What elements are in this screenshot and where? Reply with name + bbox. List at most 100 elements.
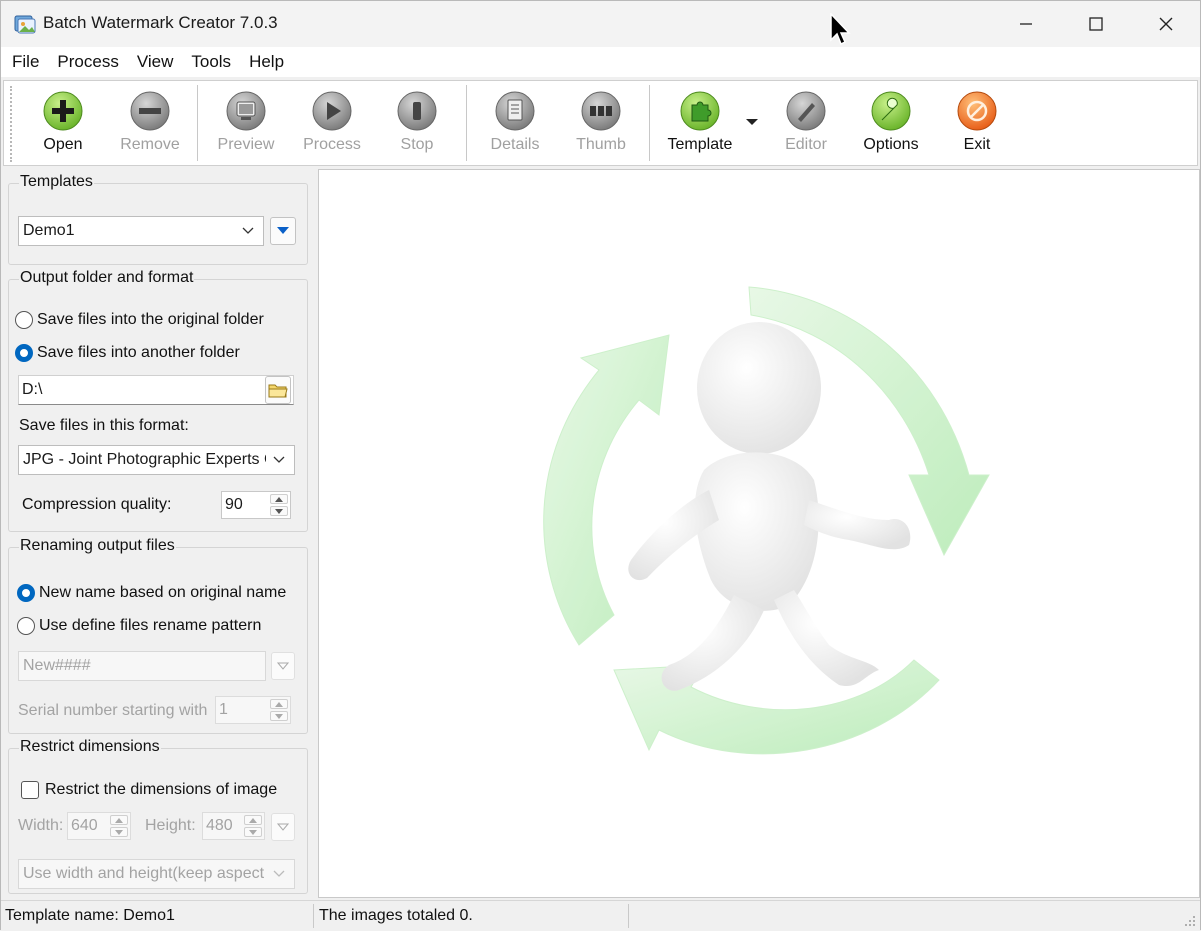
stop-button[interactable]: Stop: [389, 81, 445, 165]
save-original-label: Save files into the original folder: [37, 311, 264, 328]
minimize-button[interactable]: [991, 1, 1061, 47]
spin-up-button[interactable]: [110, 815, 128, 825]
compression-label: Compression quality:: [22, 496, 172, 513]
output-folder-input[interactable]: D:\: [18, 375, 294, 405]
arrow-up-icon: [275, 701, 283, 707]
chevron-down-icon: [273, 456, 285, 463]
spin-down-button[interactable]: [270, 506, 288, 516]
spin-down-button[interactable]: [110, 827, 128, 837]
compression-spinner[interactable]: 90: [221, 491, 291, 519]
status-divider: [313, 904, 314, 928]
height-spinner[interactable]: 480: [202, 812, 265, 840]
mouse-cursor-icon: [830, 13, 851, 46]
pattern-menu-button[interactable]: [271, 652, 295, 680]
format-select[interactable]: JPG - Joint Photographic Experts Group: [18, 445, 295, 475]
resize-grip-icon[interactable]: [1182, 913, 1196, 927]
title-bar[interactable]: Batch Watermark Creator 7.0.3: [1, 1, 1200, 47]
running-figure-logo: [543, 286, 990, 755]
remove-label: Remove: [120, 136, 180, 153]
output-title: Output folder and format: [19, 269, 195, 287]
minus-icon: [130, 91, 170, 131]
menu-view[interactable]: View: [128, 47, 183, 77]
dimension-menu-button[interactable]: [271, 813, 295, 841]
spin-down-button[interactable]: [244, 827, 262, 837]
rename-original-radio[interactable]: New name based on original name: [17, 584, 286, 602]
preview-button[interactable]: Preview: [214, 81, 278, 165]
chevron-down-icon: [273, 870, 285, 877]
arrow-down-icon: [249, 829, 257, 835]
menu-process[interactable]: Process: [48, 47, 127, 77]
thumb-button[interactable]: Thumb: [570, 81, 632, 165]
open-button[interactable]: Open: [34, 81, 92, 165]
window-title: Batch Watermark Creator 7.0.3: [43, 13, 278, 32]
radio-circle-selected: [17, 584, 35, 602]
output-folder-value: D:\: [22, 381, 43, 398]
pencil-icon: [786, 91, 826, 131]
spin-up-button[interactable]: [270, 494, 288, 504]
rename-pattern-radio[interactable]: Use define files rename pattern: [17, 617, 261, 635]
arrow-down-icon: [275, 508, 283, 514]
arrow-up-icon: [115, 817, 123, 823]
save-another-label: Save files into another folder: [37, 344, 240, 361]
stop-label: Stop: [400, 136, 434, 153]
exit-label: Exit: [963, 136, 991, 153]
templates-title: Templates: [19, 173, 94, 191]
editor-label: Editor: [785, 136, 827, 153]
height-label: Height:: [145, 817, 196, 834]
serial-spinner[interactable]: 1: [215, 696, 291, 724]
spin-up-button[interactable]: [244, 815, 262, 825]
close-icon: [1159, 17, 1173, 31]
open-label: Open: [43, 136, 83, 153]
format-select-value: JPG - Joint Photographic Experts Group: [23, 451, 266, 468]
template-dropdown-icon[interactable]: [745, 117, 759, 127]
arrow-up-icon: [275, 496, 283, 502]
menu-file[interactable]: File: [3, 47, 48, 77]
details-button[interactable]: Details: [484, 81, 546, 165]
chevron-down-icon: [277, 823, 289, 831]
save-another-radio[interactable]: Save files into another folder: [15, 344, 240, 362]
exit-button[interactable]: Exit: [952, 81, 1002, 165]
menu-help[interactable]: Help: [240, 47, 293, 77]
save-original-radio[interactable]: Save files into the original folder: [15, 311, 264, 329]
thumb-icon: [581, 91, 621, 131]
rename-title: Renaming output files: [19, 537, 176, 555]
status-image-count: The images totaled 0.: [319, 907, 473, 924]
rename-original-label: New name based on original name: [39, 584, 287, 601]
compression-value: 90: [225, 496, 243, 513]
width-spinner[interactable]: 640: [67, 812, 131, 840]
template-select[interactable]: Demo1: [18, 216, 264, 246]
rename-pattern-value: New####: [23, 657, 91, 674]
spin-down-button[interactable]: [270, 711, 288, 721]
serial-label: Serial number starting with: [18, 702, 208, 719]
preview-label: Preview: [217, 136, 275, 153]
process-button[interactable]: Process: [300, 81, 364, 165]
toolbar-separator: [466, 85, 467, 161]
status-template-name: Template name: Demo1: [5, 907, 175, 924]
toolbar-grip[interactable]: [10, 86, 14, 162]
maximize-button[interactable]: [1061, 1, 1131, 47]
blue-dropdown-icon: [277, 227, 289, 234]
preview-icon: [226, 91, 266, 131]
remove-button[interactable]: Remove: [118, 81, 182, 165]
editor-button[interactable]: Editor: [774, 81, 838, 165]
spin-up-button[interactable]: [270, 699, 288, 709]
width-value: 640: [71, 817, 98, 834]
menu-bar: File Process View Tools Help: [1, 47, 1200, 77]
format-label: Save files in this format:: [19, 417, 189, 434]
stop-icon: [397, 91, 437, 131]
radio-circle-selected: [15, 344, 33, 362]
rename-pattern-input[interactable]: New####: [18, 651, 266, 681]
restrict-checkbox[interactable]: Restrict the dimensions of image: [21, 781, 277, 799]
chevron-down-icon: [242, 227, 254, 234]
exit-icon: [957, 91, 997, 131]
dimension-mode-select[interactable]: Use width and height(keep aspect ratio): [18, 859, 295, 889]
play-icon: [312, 91, 352, 131]
options-button[interactable]: Options: [859, 81, 923, 165]
template-button[interactable]: Template: [664, 81, 736, 165]
dimension-mode-value: Use width and height(keep aspect ratio): [23, 865, 266, 882]
menu-tools[interactable]: Tools: [182, 47, 240, 77]
close-button[interactable]: [1131, 1, 1201, 47]
browse-folder-button[interactable]: [265, 376, 291, 404]
image-preview-area[interactable]: [318, 169, 1200, 898]
template-menu-button[interactable]: [270, 217, 296, 245]
